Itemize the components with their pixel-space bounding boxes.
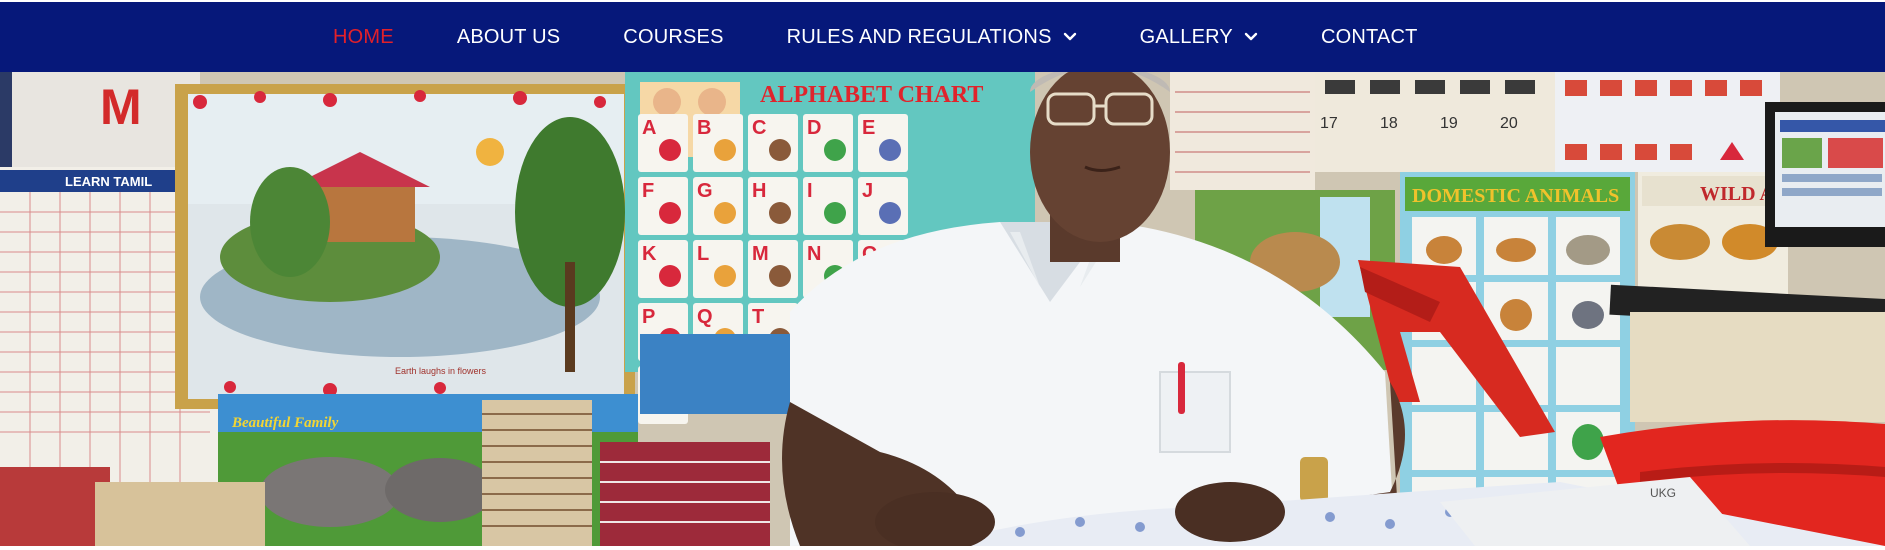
number-20: 20 <box>1500 115 1518 132</box>
side-table <box>1630 312 1885 422</box>
letter-tile-letter: A <box>642 117 656 139</box>
letter-tile-picture <box>879 202 901 224</box>
scenery-caption: Earth laughs in flowers <box>395 366 487 376</box>
letter-tile-letter: Q <box>697 306 713 328</box>
scenery-poster: Earth laughs in flowers <box>175 84 635 409</box>
letter-tile-letter: K <box>642 243 657 265</box>
letter-tile-picture <box>659 139 681 161</box>
letter-tile-picture <box>769 139 791 161</box>
letter-tile-letter: C <box>752 117 766 139</box>
letter-tile-letter: G <box>697 180 713 202</box>
letter-tile-letter: H <box>752 180 766 202</box>
letter-tile-letter: D <box>807 117 821 139</box>
nav-item-rules-and-regulations[interactable]: RULES AND REGULATIONS <box>787 2 1077 72</box>
nav-label-contact: CONTACT <box>1320 25 1418 48</box>
main-menu: HOME ABOUT US COURSES RULES AND REGULATI… <box>333 2 1481 72</box>
letter-tile-picture <box>824 202 846 224</box>
letter-tile-letter: M <box>752 243 769 265</box>
nav-item-about-us[interactable]: ABOUT US <box>457 2 560 72</box>
letter-tile-picture <box>769 265 791 287</box>
number-19: 19 <box>1440 115 1458 132</box>
letter-tile-picture <box>879 139 901 161</box>
number-18: 18 <box>1380 115 1398 132</box>
nav-item-gallery[interactable]: GALLERY <box>1140 2 1258 72</box>
beautiful-family-title: Beautiful Family <box>231 415 339 431</box>
notebook-label: UKG <box>1650 486 1676 500</box>
letter-tile-letter: F <box>642 180 654 202</box>
letter-tile-letter: E <box>862 117 875 139</box>
letter-tile-picture <box>824 139 846 161</box>
chevron-down-icon[interactable] <box>1063 32 1077 42</box>
icon-grid-chart <box>1555 72 1780 172</box>
nav-label-about-us: ABOUT US <box>456 25 561 48</box>
letter-tile-letter: P <box>642 306 655 328</box>
chevron-down-icon[interactable] <box>1244 32 1258 42</box>
domestic-animals-title: DOMESTIC ANIMALS <box>1412 185 1619 207</box>
nav-label-home: HOME <box>333 25 394 48</box>
nav-label-gallery: GALLERY <box>1139 25 1233 48</box>
alphabet-chart-title: ALPHABET CHART <box>760 82 983 108</box>
number-17: 17 <box>1320 115 1338 132</box>
letter-tile-picture <box>714 202 736 224</box>
letter-tile-letter: L <box>697 243 709 265</box>
learn-tamil-title: LEARN TAMIL <box>65 174 152 189</box>
letter-tile-picture <box>659 265 681 287</box>
letter-tile-picture <box>714 139 736 161</box>
right-hand <box>1175 482 1285 542</box>
nav-item-home[interactable]: HOME <box>333 2 394 72</box>
letter-tile-letter: I <box>807 180 813 202</box>
letter-tile-letter: J <box>862 180 873 202</box>
letter-tile-letter: N <box>807 243 821 265</box>
nav-label-courses: COURSES <box>623 25 724 48</box>
chart-top-left: M <box>0 72 200 167</box>
nav-item-contact[interactable]: CONTACT <box>1321 2 1418 72</box>
hero-bottom-border <box>0 546 1885 550</box>
corner-letter: M <box>100 79 142 135</box>
nav-item-courses[interactable]: COURSES <box>623 2 723 72</box>
letter-tile-picture <box>659 202 681 224</box>
letter-tile-letter: B <box>697 117 711 139</box>
letter-tile-letter: T <box>752 306 764 328</box>
letter-tile-picture <box>714 265 736 287</box>
nav-label-rules: RULES AND REGULATIONS <box>786 25 1052 48</box>
top-navbar: HOME ABOUT US COURSES RULES AND REGULATI… <box>0 2 1885 72</box>
letter-tile-picture <box>769 202 791 224</box>
hero-banner-photo: M LEARN TAMIL Earth laughs in flowers Be… <box>0 72 1885 546</box>
classroom-photo: M LEARN TAMIL Earth laughs in flowers Be… <box>0 72 1885 546</box>
